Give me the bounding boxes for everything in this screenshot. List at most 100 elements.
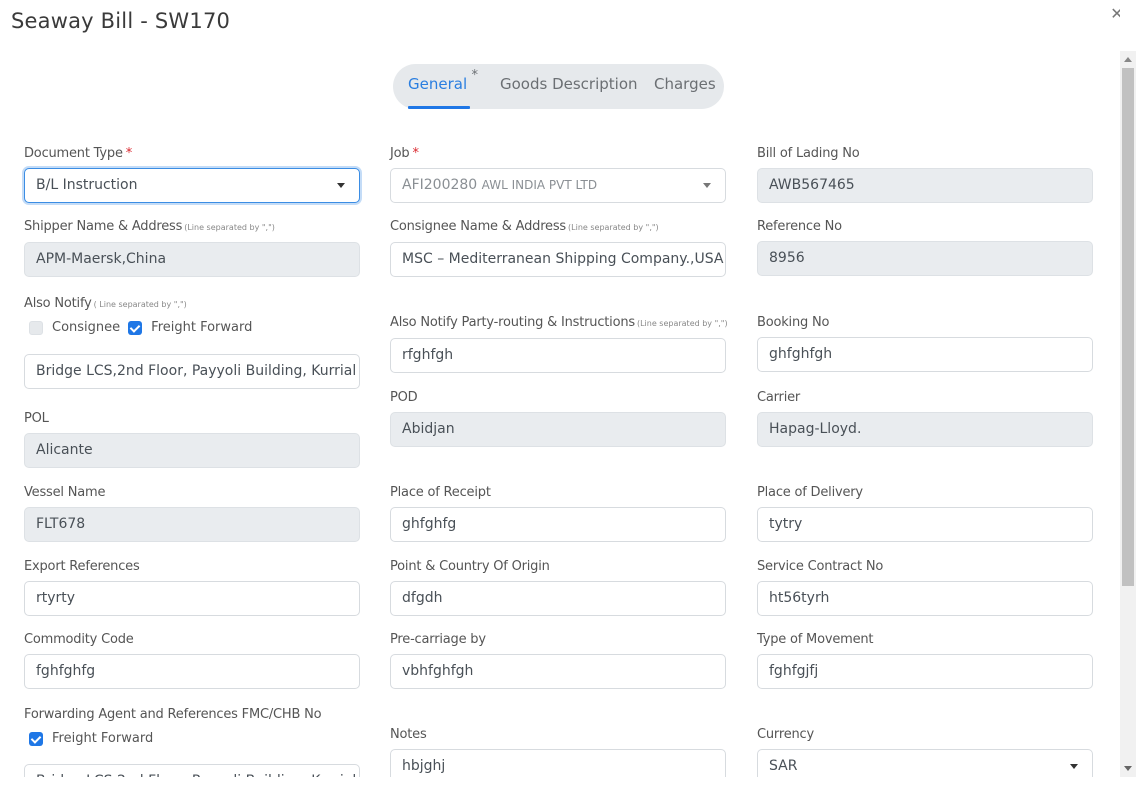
field-label: Type of Movement	[757, 632, 874, 647]
pre-carriage-field: Pre-carriage by vbhfghfgh	[390, 632, 726, 689]
checkbox-label: Consignee	[52, 320, 121, 335]
unsaved-marker: *	[471, 68, 479, 83]
tab-bar: General * Goods Description Charges	[393, 64, 724, 109]
forwarding-agent-input[interactable]: Bridge LCS,2nd Floor, Payyoli Building, …	[24, 764, 360, 777]
field-label: Booking No	[757, 315, 830, 330]
select-value: SAR	[769, 758, 798, 774]
consignee-input[interactable]: MSC – Mediterranean Shipping Company.,US…	[390, 242, 726, 277]
bill-of-lading-field: Bill of Lading No AWB567465	[757, 146, 1093, 203]
field-label: POL	[24, 411, 49, 426]
freight-forward-checkbox[interactable]	[29, 731, 43, 746]
scroll-up-icon[interactable]	[1124, 57, 1132, 62]
also-notify-input[interactable]: Bridge LCS,2nd Floor, Payyoli Building, …	[24, 354, 360, 389]
field-label: Reference No	[757, 219, 842, 234]
field-label: Forwarding Agent and References FMC/CHB …	[24, 707, 322, 722]
pre-carriage-input[interactable]: vbhfghfgh	[390, 654, 726, 689]
document-type-field: Document Type * B/L Instruction	[24, 146, 360, 203]
place-of-delivery-field: Place of Delivery tytry	[757, 485, 1093, 542]
shipper-field: Shipper Name & Address (Line separated by…	[24, 219, 360, 277]
field-label: Also Notify	[24, 296, 92, 311]
freight-forward-checkbox[interactable]	[128, 320, 143, 335]
job-code: AFI200280	[402, 177, 478, 193]
field-label: Commodity Code	[24, 632, 134, 647]
also-notify-party-input[interactable]: rfghfgh	[390, 338, 726, 373]
job-select[interactable]: AFI200280 AWL INDIA PVT LTD	[390, 168, 726, 203]
field-label: Notes	[390, 727, 427, 742]
field-label: Currency	[757, 727, 814, 742]
commodity-code-input[interactable]: fghfghfg	[24, 654, 360, 689]
field-label: Shipper Name & Address	[24, 219, 183, 234]
notes-input[interactable]: hbjghj	[390, 749, 726, 777]
currency-field: Currency SAR	[757, 727, 1093, 777]
type-of-movement-input[interactable]: fghfgjfj	[757, 654, 1093, 689]
field-label: Service Contract No	[757, 559, 884, 574]
point-country-origin-input[interactable]: dfgdh	[390, 581, 726, 616]
carrier-input[interactable]: Hapag-Lloyd.	[757, 412, 1093, 447]
field-label: Document Type	[24, 146, 123, 161]
field-hint: (Line separated by ",")	[568, 223, 659, 232]
field-label: POD	[390, 390, 418, 405]
field-label: Also Notify Party-routing & Instructions	[390, 315, 635, 330]
pod-input[interactable]: Abidjan	[390, 412, 726, 447]
select-value: B/L Instruction	[36, 177, 138, 193]
type-of-movement-field: Type of Movement fghfgjfj	[757, 632, 1093, 689]
currency-select[interactable]: SAR	[757, 749, 1093, 777]
checkbox-label: Freight Forward	[52, 731, 154, 746]
consignee-checkbox[interactable]	[29, 320, 43, 335]
field-label: Point & Country Of Origin	[390, 559, 550, 574]
field-label: Place of Delivery	[757, 485, 863, 500]
pol-input[interactable]: Alicante	[24, 433, 360, 468]
job-name: AWL INDIA PVT LTD	[481, 178, 598, 192]
field-label: Pre-carriage by	[390, 632, 486, 647]
shipper-input[interactable]: APM-Maersk,China	[24, 242, 360, 277]
required-marker: *	[125, 146, 133, 161]
field-label: Job	[390, 146, 410, 161]
scroll-down-icon[interactable]	[1124, 766, 1132, 771]
job-field: Job * AFI200280 AWL INDIA PVT LTD	[390, 146, 726, 203]
vessel-name-input[interactable]: FLT678	[24, 507, 360, 542]
document-type-select[interactable]: B/L Instruction	[24, 168, 360, 203]
also-notify-field: Also Notify( Line separated by ",") Cons…	[24, 296, 360, 389]
close-icon[interactable]: ✕	[1110, 7, 1120, 23]
booking-no-input[interactable]: ghfghfgh	[757, 337, 1093, 372]
scrollbar[interactable]	[1120, 51, 1136, 777]
field-label: Export References	[24, 559, 140, 574]
service-contract-field: Service Contract No ht56tyrh	[757, 559, 1093, 616]
chevron-down-icon	[703, 183, 711, 188]
bill-of-lading-input[interactable]: AWB567465	[757, 168, 1093, 203]
field-label: Carrier	[757, 390, 801, 405]
field-label: Consignee Name & Address	[390, 219, 567, 234]
tab-charges[interactable]: Charges	[654, 64, 716, 109]
field-label: Place of Receipt	[390, 485, 491, 500]
booking-no-field: Booking No ghfghfgh	[757, 315, 1093, 372]
carrier-field: Carrier Hapag-Lloyd.	[757, 390, 1093, 447]
required-marker: *	[412, 146, 419, 161]
export-references-input[interactable]: rtyrty	[24, 581, 360, 616]
service-contract-input[interactable]: ht56tyrh	[757, 581, 1093, 616]
tab-goods-description[interactable]: Goods Description	[500, 64, 638, 109]
reference-no-input[interactable]: 8956	[757, 241, 1093, 276]
pol-field: POL Alicante	[24, 411, 360, 468]
chevron-down-icon	[337, 183, 345, 188]
tab-general[interactable]: General *	[408, 64, 478, 109]
modal-title: Seaway Bill - SW170	[11, 9, 231, 33]
tab-label: General	[408, 75, 468, 93]
notes-field: Notes hbjghj	[390, 727, 726, 777]
place-of-delivery-input[interactable]: tytry	[757, 507, 1093, 542]
vessel-name-field: Vessel Name FLT678	[24, 485, 360, 542]
modal-body: Seaway Bill - SW170 ✕ General * Goods Des…	[0, 0, 1120, 777]
scrollbar-thumb[interactable]	[1122, 68, 1134, 586]
checkbox-label: Freight Forward	[151, 320, 253, 335]
field-hint: (Line separated by ",")	[184, 223, 275, 232]
consignee-field: Consignee Name & Address (Line separated …	[390, 219, 726, 277]
also-notify-party-field: Also Notify Party-routing & Instructions…	[390, 315, 728, 373]
forwarding-agent-field: Forwarding Agent and References FMC/CHB …	[24, 707, 360, 777]
commodity-code-field: Commodity Code fghfghfg	[24, 632, 360, 689]
field-hint: (Line separated by ",")	[636, 319, 728, 328]
chevron-down-icon	[1070, 764, 1078, 769]
reference-no-field: Reference No 8956	[757, 219, 1093, 276]
pod-field: POD Abidjan	[390, 390, 726, 447]
field-label: Bill of Lading No	[757, 146, 860, 161]
place-of-receipt-input[interactable]: ghfghfg	[390, 507, 726, 542]
point-country-origin-field: Point & Country Of Origin dfgdh	[390, 559, 726, 616]
